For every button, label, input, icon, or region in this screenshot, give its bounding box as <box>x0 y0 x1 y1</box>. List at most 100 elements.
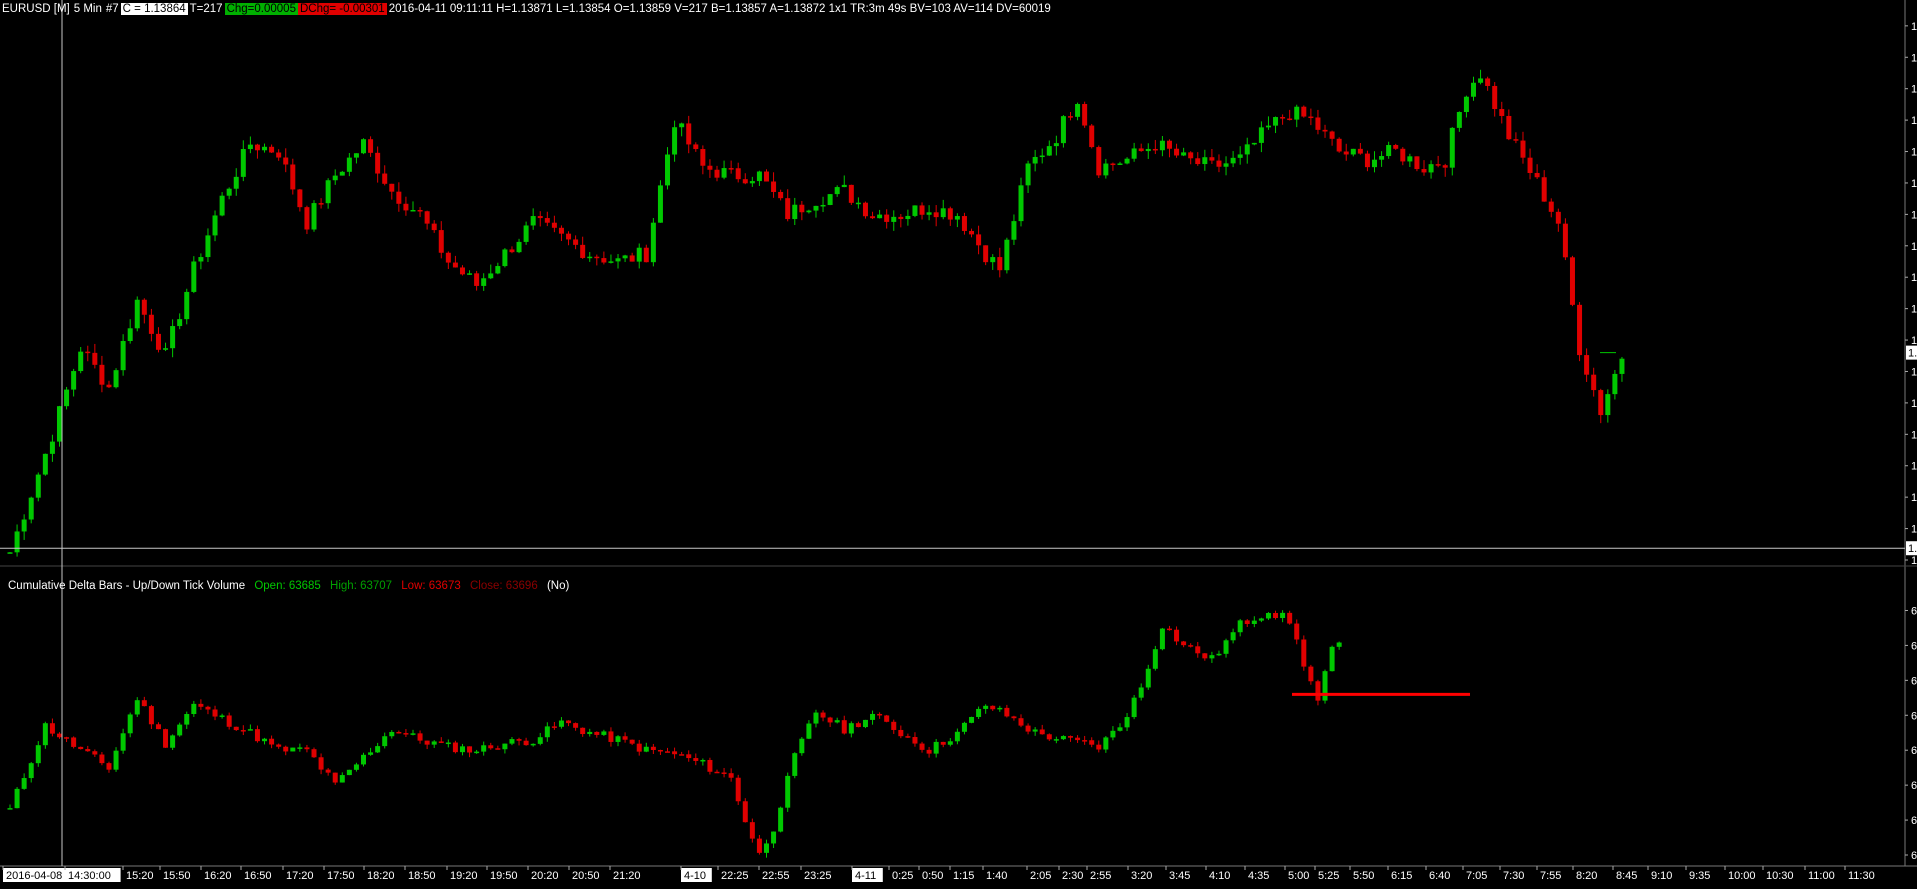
delta-candle <box>410 733 416 735</box>
delta-candle <box>997 707 1003 710</box>
price-candle <box>594 256 600 259</box>
price-candle <box>792 204 798 220</box>
delta-candle <box>601 731 607 735</box>
price-candle <box>247 144 253 150</box>
delta-candle <box>361 754 366 765</box>
price-candle <box>1230 157 1236 164</box>
time-tick-label: 17:20 <box>286 870 314 882</box>
price-candle <box>170 326 176 349</box>
delta-candle <box>1011 716 1017 719</box>
delta-candle <box>926 749 932 754</box>
price-candle <box>1485 78 1491 86</box>
delta-candle <box>495 748 501 750</box>
price-candle <box>954 216 960 220</box>
price-candle <box>78 351 84 372</box>
price-candle <box>21 519 27 532</box>
price-candle <box>509 249 515 253</box>
price-axis[interactable]: 1.14280 1.14240 1.14200 1.14160 1.14120 1.140… <box>1600 21 1917 567</box>
delta-candle <box>127 714 133 734</box>
time-tick-label: 21:20 <box>613 870 641 882</box>
study-name[interactable]: Cumulative Delta Bars - Up/Down Tick Vol… <box>8 580 245 592</box>
price-candle <box>947 208 953 220</box>
delta-candle <box>707 759 713 772</box>
price-candle <box>339 171 345 176</box>
delta-candle <box>134 700 140 715</box>
delta-candle <box>353 764 359 770</box>
delta-candle <box>509 739 515 744</box>
delta-candle <box>700 759 706 762</box>
time-tick-label: 19:50 <box>490 870 518 882</box>
price-candle <box>1478 78 1484 83</box>
price-candle <box>643 247 649 263</box>
price-candle <box>1251 142 1257 145</box>
price-candle <box>332 175 338 181</box>
delta-candle <box>1145 668 1151 688</box>
time-tick-label: 15:50 <box>163 870 191 882</box>
delta-candle <box>1096 744 1102 750</box>
price-candle <box>763 171 769 182</box>
delta-candle <box>1301 639 1307 667</box>
delta-candle <box>148 706 154 725</box>
delta-candle <box>969 716 975 723</box>
time-tick-label: 5:00 <box>1288 870 1309 882</box>
delta-candle <box>714 771 720 774</box>
interval-label[interactable]: 5 Min <box>72 3 104 15</box>
time-tick-label: 6:15 <box>1391 870 1412 882</box>
delta-candle <box>438 741 444 743</box>
price-candle <box>127 328 133 342</box>
price-candle <box>778 191 784 199</box>
price-candle <box>35 474 41 498</box>
delta-candle <box>580 727 586 735</box>
delta-candle <box>318 757 324 770</box>
delta-candle <box>636 743 642 752</box>
delta-candle <box>792 753 798 776</box>
delta-candle <box>1322 671 1328 701</box>
price-candle <box>424 211 430 224</box>
price-candle <box>1273 117 1279 126</box>
price-candle <box>1294 106 1300 120</box>
delta-candle <box>113 750 119 770</box>
delta-candle <box>657 750 663 752</box>
price-tick-label: 1.14160 <box>1911 115 1917 127</box>
price-tick-label: 1.14080 <box>1911 178 1917 190</box>
price-candle <box>396 191 402 204</box>
price-candle <box>233 176 239 189</box>
price-candle <box>1336 138 1342 152</box>
time-tick-label: 3:20 <box>1131 870 1152 882</box>
delta-candles <box>7 610 1342 858</box>
delta-candle <box>594 731 600 735</box>
price-candle <box>134 299 140 329</box>
time-tick-label: 14:30:00 <box>68 870 111 882</box>
delta-candle <box>21 778 27 789</box>
price-candle <box>1060 116 1066 144</box>
symbol-label[interactable]: EURUSD [M] <box>0 3 72 15</box>
price-candle <box>85 351 91 354</box>
price-candle <box>608 261 614 263</box>
time-axis[interactable]: 2016-04-08 14:30:00 15:20 15:50 16:20 16:50 17… <box>2 866 1875 882</box>
price-candle <box>1364 153 1370 168</box>
price-candle <box>1053 143 1059 147</box>
bar-details: 2016-04-11 09:11:11 H=1.13871 L=1.13854 … <box>388 3 1051 15</box>
price-tick-label: 1.13760 <box>1911 429 1917 441</box>
delta-candle <box>1018 718 1024 726</box>
price-candle <box>523 225 529 242</box>
price-candle <box>700 149 706 166</box>
delta-candle <box>544 726 550 738</box>
price-candle <box>177 319 183 327</box>
time-tick-label: 8:45 <box>1616 870 1637 882</box>
delta-candle <box>155 724 161 730</box>
delta-candle <box>679 754 685 756</box>
price-candle <box>1237 154 1243 158</box>
chart-canvas[interactable]: 1.14280 1.14240 1.14200 1.14160 1.14120 1.140… <box>0 0 1917 889</box>
delta-candle <box>1004 707 1010 717</box>
price-candle <box>276 152 282 158</box>
delta-candle <box>1202 653 1208 659</box>
price-candle <box>474 273 480 286</box>
delta-axis[interactable]: 63800 63700 63600 63500 63400 63300 63200 63100 <box>1905 605 1917 862</box>
price-candle <box>672 127 678 155</box>
delta-candle <box>233 726 239 731</box>
delta-candle <box>170 735 176 748</box>
price-candle <box>969 230 975 235</box>
price-tick-label: 1.13680 <box>1911 492 1917 504</box>
price-candle <box>445 252 451 263</box>
